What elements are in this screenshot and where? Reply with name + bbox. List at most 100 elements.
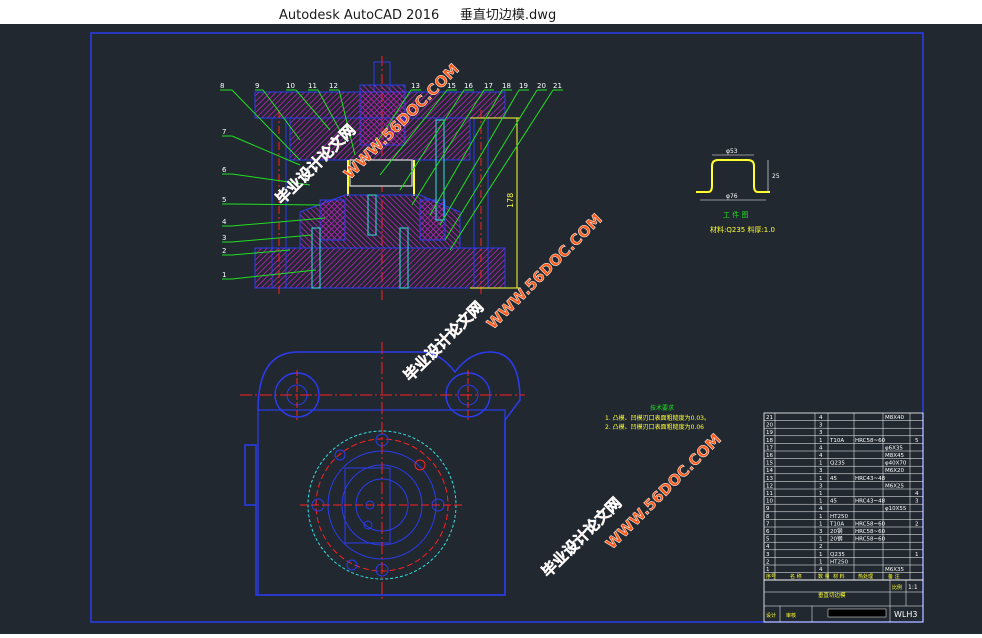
- bom-cell-qty: 4: [819, 567, 823, 573]
- callout-9: 9: [255, 82, 259, 90]
- bom-cell-hard: HRC58~60: [855, 537, 886, 543]
- window-title: Autodesk AutoCAD 2016 垂直切边模.dwg: [279, 4, 556, 23]
- part-caption: 工 件 图: [723, 210, 748, 219]
- callout-20: 20: [537, 82, 546, 90]
- watermarks: WWW.56DOC.COM 毕业设计论文网 WWW.56DOC.COM 毕业设计…: [272, 60, 725, 581]
- callout-4: 4: [222, 218, 227, 226]
- workpiece-view[interactable]: φ53 φ76 25 工 件 图 材料:Q235 料厚:1.0: [696, 148, 780, 234]
- cad-drawing[interactable]: 178 8 9 10 11 12 13 15 16 17 18 19 20 21…: [0, 24, 982, 634]
- bom-cell-hard: HRC43~48: [855, 476, 886, 482]
- part-material: 材料:Q235 料厚:1.0: [710, 225, 775, 234]
- bom-cell-qty: 3: [819, 483, 823, 489]
- bom-cell-qty: 1: [819, 537, 823, 543]
- bom-cell-no: 1: [766, 567, 770, 573]
- bom-cell-qty: 3: [819, 529, 823, 535]
- callout-3: 3: [222, 234, 226, 242]
- callout-18: 18: [502, 82, 511, 90]
- bom-cell-qty: 1: [819, 491, 823, 497]
- bom-cell-no: 18: [766, 438, 773, 444]
- title-block-checker: 审核: [786, 612, 796, 619]
- bom-cell-mat: 45: [830, 476, 837, 482]
- part-dim-height: 25: [772, 173, 780, 180]
- bom-cell-no: 7: [766, 521, 770, 527]
- bom-cell-no: 2: [766, 559, 770, 565]
- bom-cell-extra: 4: [915, 491, 919, 497]
- title-block-ratio: 1:1: [908, 584, 918, 591]
- title-block-drawing-no: WLH3: [894, 610, 917, 619]
- bom-cell-no: 17: [766, 445, 773, 451]
- bom-cell-qty: 1: [819, 476, 823, 482]
- bom-cell-qty: 1: [819, 552, 823, 558]
- callout-6: 6: [222, 166, 227, 174]
- bom-cell-no: 13: [766, 476, 773, 482]
- bom-cell-no: 19: [766, 430, 773, 436]
- bom-cell-mat: 20钢: [830, 527, 843, 535]
- callout-7: 7: [222, 128, 226, 136]
- bom-cell-note: φ40X70: [885, 461, 907, 467]
- title-block[interactable]: 垂直切边模 比例 1:1 WLH3 设计 审核: [763, 579, 924, 623]
- bom-header-note: 备 注: [888, 573, 900, 580]
- callout-13: 13: [411, 82, 420, 90]
- bom-cell-note: M8X45: [885, 453, 905, 459]
- bom-cell-qty: 1: [819, 461, 823, 467]
- bom-cell-qty: 2: [819, 544, 823, 550]
- bom-cell-extra: 5: [915, 438, 919, 444]
- app-title: Autodesk AutoCAD 2016: [279, 8, 440, 23]
- bom-cell-hard: HRC58~60: [855, 521, 886, 527]
- callout-10: 10: [286, 82, 295, 90]
- bom-cell-no: 10: [766, 499, 773, 505]
- bom-cell-qty: 3: [819, 468, 823, 474]
- bom-cell-extra: 2: [915, 521, 919, 527]
- bom-cell-mat: HT250: [830, 559, 848, 565]
- bom-cell-qty: 3: [819, 430, 823, 436]
- callout-1: 1: [222, 271, 226, 279]
- callout-8: 8: [220, 82, 224, 90]
- bom-cell-qty: 4: [819, 445, 823, 451]
- bom-cell-qty: 1: [819, 521, 823, 527]
- bom-cell-no: 20: [766, 423, 773, 429]
- bom-header-qty: 数 量: [818, 573, 830, 580]
- bom-cell-no: 8: [766, 514, 770, 520]
- bom-cell-no: 4: [766, 544, 770, 550]
- bom-cell-no: 12: [766, 483, 773, 489]
- bom-header-hard: 热处理: [858, 573, 873, 580]
- bom-cell-no: 21: [766, 415, 773, 421]
- bom-cell-note: M6X35: [885, 567, 905, 573]
- bom-header-name: 名 称: [790, 573, 802, 580]
- drawing-canvas[interactable]: 178 8 9 10 11 12 13 15 16 17 18 19 20 21…: [0, 24, 982, 634]
- bom-header-mat: 材 料: [833, 573, 845, 580]
- plan-view[interactable]: [240, 342, 525, 600]
- callout-19: 19: [519, 82, 528, 90]
- title-block-ratio-label: 比例: [892, 584, 902, 591]
- bom-cell-no: 5: [766, 537, 770, 543]
- bom-cell-mat: HT250: [830, 514, 848, 520]
- callout-11: 11: [308, 82, 317, 90]
- part-dim-bottom: φ76: [726, 193, 738, 200]
- callout-16: 16: [464, 82, 473, 90]
- bom-cell-no: 15: [766, 461, 773, 467]
- bom-cell-no: 14: [766, 468, 773, 474]
- watermark-name-2: 毕业设计论文网: [400, 298, 487, 385]
- bom-cell-note: M6X25: [885, 483, 905, 489]
- bom-cell-no: 11: [766, 491, 773, 497]
- bom-cell-qty: 1: [819, 499, 823, 505]
- bom-cell-mat: T10A: [829, 438, 844, 444]
- drawing-frame: [90, 32, 924, 623]
- bom-cell-qty: 4: [819, 506, 823, 512]
- bom-cell-mat: T10A: [829, 521, 844, 527]
- bom-cell-note: M8X40: [885, 415, 905, 421]
- callout-17: 17: [484, 82, 493, 90]
- bill-of-materials[interactable]: 21 4 M8X4020 319 318 1 T10A HRC58~60 517 4 φ6X3516…: [763, 412, 924, 581]
- file-name: 垂直切边模.dwg: [459, 8, 557, 23]
- bom-cell-no: 3: [766, 552, 770, 558]
- bom-cell-note: φ10X55: [885, 506, 907, 512]
- tech-note-2: 2. 凸模、凹模刃口表面粗糙度为0.06: [605, 423, 704, 431]
- bom-cell-hard: HRC58~60: [855, 529, 886, 535]
- technical-notes[interactable]: 技术要求 1. 凸模、凹模刃口表面粗糙度为0.03。 2. 凸模、凹模刃口表面粗…: [605, 404, 710, 431]
- bom-cell-qty: 1: [819, 514, 823, 520]
- bom-cell-extra: 1: [915, 552, 919, 558]
- bom-cell-qty: 3: [819, 423, 823, 429]
- bom-header-no: 序号: [766, 573, 776, 580]
- title-block-designer: 设计: [766, 612, 776, 619]
- tech-notes-heading: 技术要求: [650, 404, 674, 412]
